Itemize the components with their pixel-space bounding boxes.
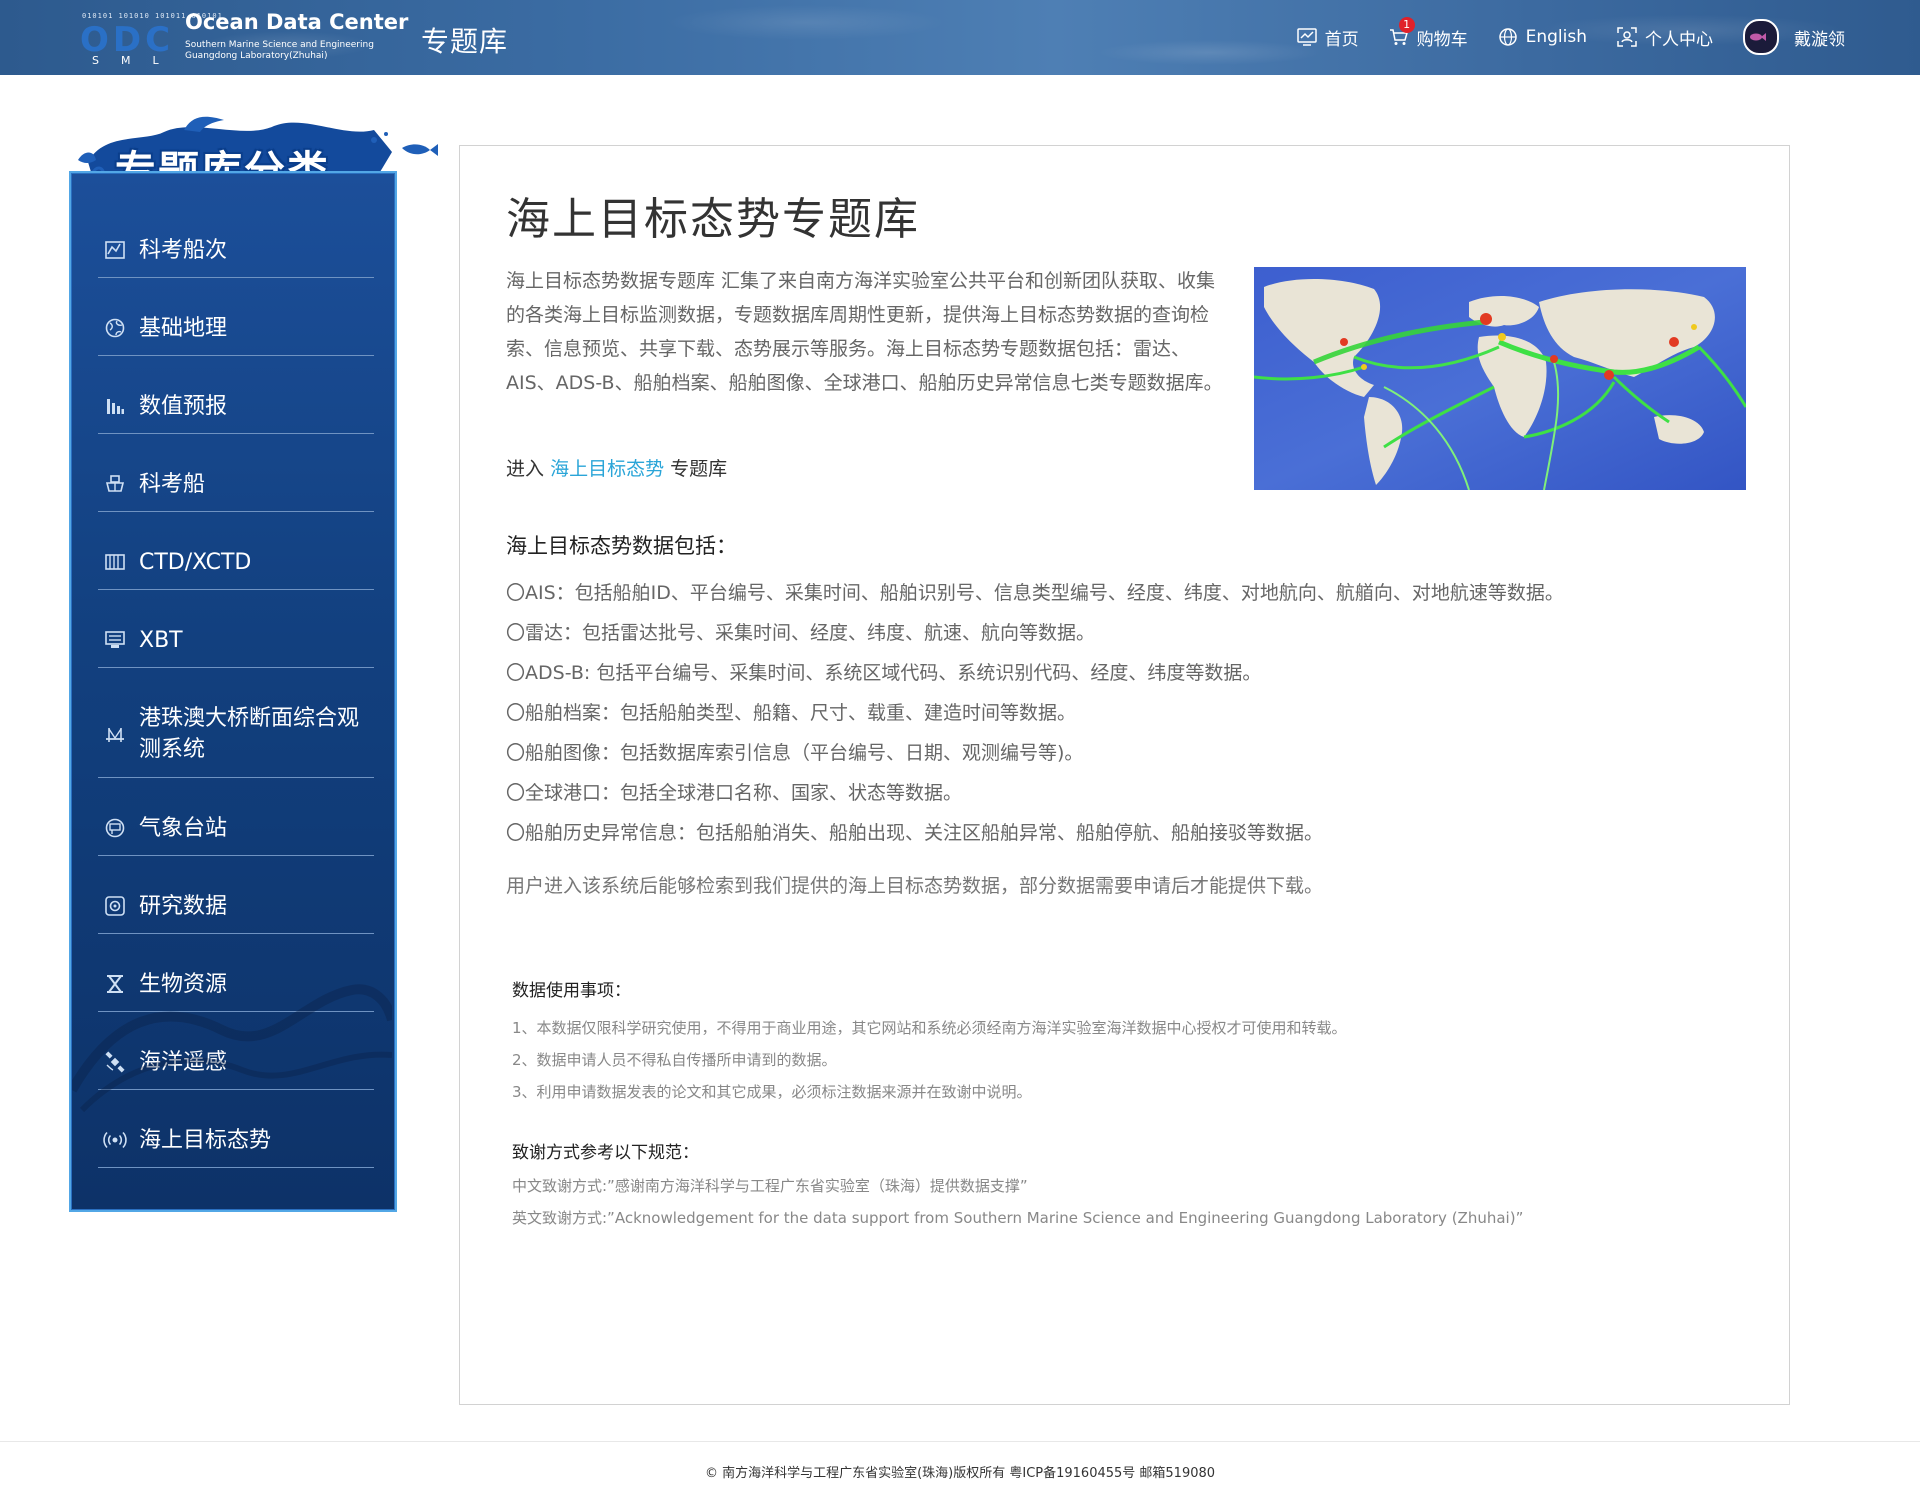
logo-subtitle: Southern Marine Science and Engineering … [185, 40, 374, 62]
usage-item: 2、数据申请人员不得私自传播所申请到的数据。 [512, 1051, 837, 1069]
includes-list: 〇AIS：包括船舶ID、平台编号、采集时间、船舶识别号、信息类型编号、经度、纬度… [506, 573, 1564, 853]
includes-item: 〇AIS：包括船舶ID、平台编号、采集时间、船舶识别号、信息类型编号、经度、纬度… [506, 582, 1564, 604]
nav-profile-label: 个人中心 [1645, 29, 1713, 50]
ctd-device-icon [103, 550, 127, 574]
logo-subtitle-line2: Guangdong Laboratory(Zhuhai) [185, 51, 328, 61]
sidebar-item-maritime-targets[interactable]: 海上目标态势 [98, 1113, 374, 1168]
sidebar-item-label: 科考船 [139, 471, 206, 497]
sidebar-item-label: XBT [139, 627, 183, 653]
usage-title: 数据使用事项： [512, 981, 631, 1001]
page-title: 海上目标态势专题库 [506, 194, 920, 245]
logo-title: Ocean Data Center [185, 10, 409, 34]
sidebar-item-label: 数值预报 [139, 393, 228, 419]
top-header: 010101 101010 101011 010101 ODC SML Ocea… [0, 0, 1920, 75]
intro-paragraph: 海上目标态势数据专题库 汇集了来自南方海洋实验室公共平台和创新团队获取、收集的各… [506, 270, 1223, 394]
research-icon [103, 894, 127, 918]
nav-language[interactable]: English [1498, 27, 1587, 47]
includes-item: 〇雷达：包括雷达批号、采集时间、经度、纬度、航速、航向等数据。 [506, 622, 1096, 644]
bar-chart-icon [103, 394, 127, 418]
globe-icon [103, 316, 127, 340]
acknowledgement-item: 英文致谢方式:”Acknowledgement for the data sup… [512, 1209, 1524, 1227]
bridge-icon [103, 722, 127, 746]
includes-item: 〇船舶图像：包括数据库索引信息（平台编号、日期、观测编号等)。 [506, 742, 1084, 764]
topic-panel: 海上目标态势专题库 海上目标态势数据专题库 汇集了来自南方海洋实验室公共平台和创… [459, 145, 1790, 1405]
ship-icon [103, 472, 127, 496]
sidebar-item-ctd-xctd[interactable]: CTD/XCTD [98, 535, 374, 590]
sidebar-item-label: 科考船次 [139, 237, 228, 263]
usage-list: 1、本数据仅限科学研究使用，不得用于商业用途，其它网站和系统必须经南方海洋实验室… [512, 1012, 1347, 1108]
cart-count-badge: 1 [1398, 16, 1415, 33]
includes-item: 〇船舶历史异常信息：包括船舶消失、船舶出现、关注区船舶异常、船舶停航、船舶接驳等… [506, 822, 1324, 844]
weather-station-icon [103, 816, 127, 840]
nav-home[interactable]: 首页 [1296, 25, 1359, 50]
usage-item: 3、利用申请数据发表的论文和其它成果，必须标注数据来源并在致谢中说明。 [512, 1083, 1032, 1101]
footer-divider [0, 1441, 1920, 1442]
enter-prefix: 进入 [506, 458, 545, 480]
odc-logo-mark: 010101 101010 101011 010101 ODC SML [80, 12, 222, 68]
enter-suffix: 专题库 [670, 458, 728, 480]
nav-language-label: English [1525, 27, 1587, 47]
top-nav: 首页 1 购物车 English 个人中心 戴漩领 [1267, 16, 1845, 55]
sidebar-item-research-voyages[interactable]: 科考船次 [98, 223, 374, 278]
sidebar-item-research-ship[interactable]: 科考船 [98, 457, 374, 512]
includes-item: 〇全球港口：包括全球港口名称、国家、状态等数据。 [506, 782, 963, 804]
sidebar-item-label: 海上目标态势 [139, 1127, 272, 1153]
sidebar-item-numerical-forecast[interactable]: 数值预报 [98, 379, 374, 434]
monitor-chart-icon [1296, 28, 1317, 46]
globe-language-icon [1498, 28, 1517, 46]
sidebar-item-basic-geography[interactable]: 基础地理 [98, 301, 374, 356]
enter-line: 进入 海上目标态势 专题库 [506, 454, 727, 481]
sidebar-item-weather-station[interactable]: 气象台站 [98, 801, 374, 856]
user-name: 戴漩领 [1794, 29, 1845, 50]
sidebar-item-label: 气象台站 [139, 815, 228, 841]
includes-title: 海上目标态势数据包括： [506, 534, 737, 558]
logo-sml: SML [92, 54, 181, 67]
nav-user[interactable]: 戴漩领 [1743, 19, 1845, 55]
global-ship-traffic-map [1254, 267, 1746, 490]
acknowledgement-title: 致谢方式参考以下规范： [512, 1143, 699, 1163]
sidebar-item-xbt[interactable]: XBT [98, 613, 374, 668]
sidebar-item-hzmb-observation[interactable]: 港珠澳大桥断面综合观测系统 [98, 691, 374, 778]
sidebar-wave-decoration [72, 984, 392, 1113]
page-section-label: 专题库 [421, 25, 509, 58]
nav-cart[interactable]: 1 购物车 [1389, 16, 1468, 50]
avatar [1743, 19, 1779, 55]
sidebar-item-research-data[interactable]: 研究数据 [98, 879, 374, 934]
acknowledgement-list: 中文致谢方式:”感谢南方海洋科学与工程广东省实验室（珠海）提供数据支撑” 英文致… [512, 1170, 1523, 1234]
sidebar-item-label: 基础地理 [139, 315, 228, 341]
voyage-chart-icon [103, 238, 127, 262]
acknowledgement-item: 中文致谢方式:”感谢南方海洋科学与工程广东省实验室（珠海）提供数据支撑” [512, 1177, 1028, 1195]
sidebar-item-label: 研究数据 [139, 893, 228, 919]
enter-topic-link[interactable]: 海上目标态势 [550, 458, 664, 480]
nav-cart-label: 购物车 [1416, 29, 1468, 50]
signal-icon [103, 1128, 127, 1152]
xbt-device-icon [103, 628, 127, 652]
site-logo[interactable]: 010101 101010 101011 010101 ODC SML Ocea… [80, 8, 408, 68]
sidebar-item-label: CTD/XCTD [139, 549, 252, 575]
usage-item: 1、本数据仅限科学研究使用，不得用于商业用途，其它网站和系统必须经南方海洋实验室… [512, 1019, 1347, 1037]
nav-profile[interactable]: 个人中心 [1617, 25, 1713, 50]
footer: © 南方海洋科学与工程广东省实验室(珠海)版权所有 粤ICP备19160455号… [704, 1466, 1216, 1481]
logo-subtitle-line1: Southern Marine Science and Engineering [185, 40, 374, 50]
includes-item: 〇船舶档案：包括船舶类型、船籍、尺寸、载重、建造时间等数据。 [506, 702, 1077, 724]
includes-item: 〇ADS-B: 包括平台编号、采集时间、系统区域代码、系统识别代码、经度、纬度等… [506, 662, 1262, 684]
avatar-fish-icon [1750, 33, 1766, 41]
nav-home-label: 首页 [1324, 29, 1359, 50]
sidebar-item-label: 港珠澳大桥断面综合观测系统 [139, 706, 360, 762]
user-access-note: 用户进入该系统后能够检索到我们提供的海上目标态势数据，部分数据需要申请后才能提供… [506, 875, 1324, 897]
user-scan-icon [1617, 27, 1637, 47]
